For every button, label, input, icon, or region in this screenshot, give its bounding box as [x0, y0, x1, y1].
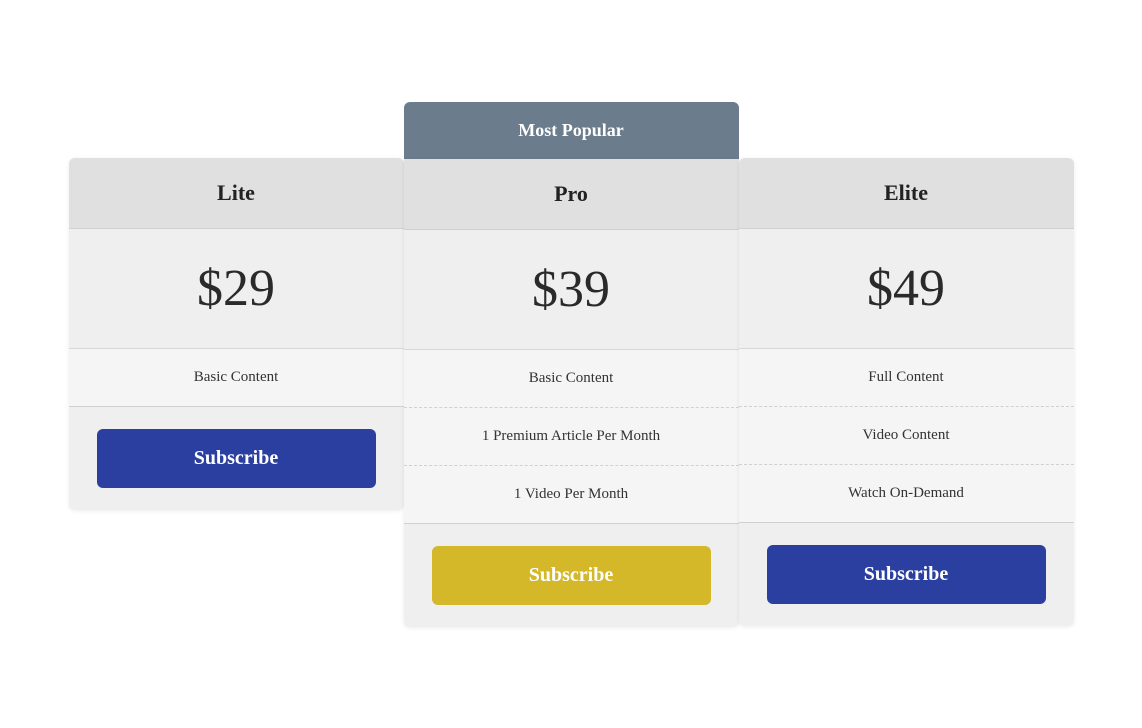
- plan-price-elite: $49: [867, 260, 945, 317]
- feature-item-pro-0: Basic Content: [404, 350, 739, 408]
- most-popular-badge: Most Popular: [404, 102, 739, 159]
- plan-footer-elite: Subscribe: [739, 522, 1074, 626]
- plan-features-elite: Full Content Video Content Watch On-Dema…: [739, 349, 1074, 522]
- plan-price-lite: $29: [197, 260, 275, 317]
- plan-wrapper-lite: Lite $29 Basic Content Subscribe: [69, 102, 404, 510]
- plan-features-lite: Basic Content: [69, 349, 404, 406]
- plan-header-elite: Elite: [739, 158, 1074, 229]
- feature-item-elite-0: Full Content: [739, 349, 1074, 407]
- plan-card-lite: Lite $29 Basic Content Subscribe: [69, 158, 404, 510]
- feature-item-pro-1: 1 Premium Article Per Month: [404, 408, 739, 466]
- plan-header-lite: Lite: [69, 158, 404, 229]
- plan-name-elite: Elite: [884, 180, 928, 205]
- feature-item-pro-2: 1 Video Per Month: [404, 466, 739, 523]
- subscribe-button-pro[interactable]: Subscribe: [432, 546, 711, 605]
- feature-item-elite-2: Watch On-Demand: [739, 465, 1074, 522]
- plan-name-pro: Pro: [554, 181, 588, 206]
- plan-features-pro: Basic Content 1 Premium Article Per Mont…: [404, 350, 739, 523]
- pricing-container: Lite $29 Basic Content Subscribe Most Po…: [9, 62, 1134, 667]
- plan-wrapper-elite: Elite $49 Full Content Video Content Wat…: [739, 102, 1074, 626]
- plan-footer-pro: Subscribe: [404, 523, 739, 627]
- plan-header-pro: Pro: [404, 159, 739, 230]
- feature-item-elite-1: Video Content: [739, 407, 1074, 465]
- plan-footer-lite: Subscribe: [69, 406, 404, 510]
- plan-price-section-pro: $39: [404, 230, 739, 350]
- subscribe-button-lite[interactable]: Subscribe: [97, 429, 376, 488]
- plan-price-section-lite: $29: [69, 229, 404, 349]
- plan-name-lite: Lite: [217, 180, 255, 205]
- plan-price-section-elite: $49: [739, 229, 1074, 349]
- plan-card-pro: Pro $39 Basic Content 1 Premium Article …: [404, 159, 739, 627]
- subscribe-button-elite[interactable]: Subscribe: [767, 545, 1046, 604]
- plan-card-elite: Elite $49 Full Content Video Content Wat…: [739, 158, 1074, 626]
- feature-item-lite-0: Basic Content: [69, 349, 404, 406]
- plan-wrapper-pro: Most Popular Pro $39 Basic Content 1 Pre…: [404, 102, 739, 627]
- plan-price-pro: $39: [532, 261, 610, 318]
